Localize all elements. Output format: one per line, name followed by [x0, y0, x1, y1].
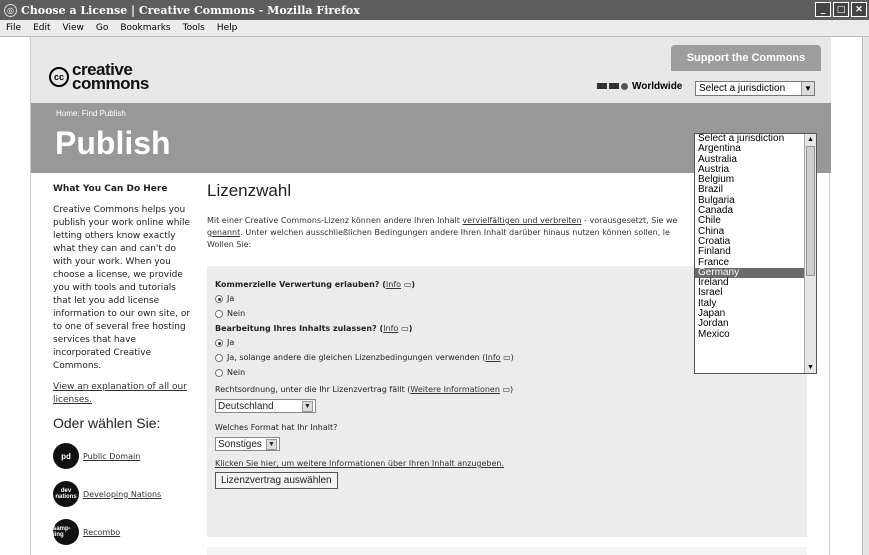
sidebar: What You Can Do Here Creative Commons he…: [53, 184, 193, 555]
recombo-link[interactable]: Recombo: [83, 526, 120, 539]
support-button[interactable]: Support the Commons: [671, 45, 821, 71]
intro-link-named[interactable]: genannt: [207, 228, 240, 237]
breadcrumb[interactable]: Home: Find Publish: [56, 109, 126, 118]
scroll-up-icon[interactable]: ▲: [805, 134, 816, 145]
jurisdiction-select[interactable]: Select a jurisdiction ▼: [695, 81, 815, 96]
option-recombo[interactable]: samp-ling Recombo: [53, 519, 193, 545]
info-link-modification[interactable]: Info: [383, 324, 398, 333]
info-icon: ▭: [401, 324, 409, 333]
maximize-button[interactable]: □: [833, 2, 849, 17]
select-license-button[interactable]: Lizenzvertrag auswählen: [215, 472, 338, 489]
page-title: Publish: [55, 125, 171, 161]
info-icon: ▭: [503, 353, 511, 362]
bottom-box: [207, 547, 807, 555]
developing-nations-icon: dev nations: [53, 481, 79, 507]
jurisdiction-select-value: Select a jurisdiction: [699, 83, 786, 94]
info-icon: ▭: [403, 280, 412, 289]
menu-file[interactable]: File: [0, 23, 27, 33]
format-select[interactable]: Sonstiges ▼: [215, 437, 280, 451]
chevron-down-icon[interactable]: ▼: [302, 400, 313, 412]
explain-licenses-link[interactable]: View an explanation of all our licenses.: [53, 382, 187, 405]
scrollbar-thumb[interactable]: [806, 146, 815, 276]
public-domain-link[interactable]: Public Domain: [83, 450, 140, 463]
page-scrollbar[interactable]: [862, 37, 869, 555]
info-link-commercial[interactable]: Info: [386, 280, 401, 289]
flags-icon: [597, 83, 628, 90]
oder-heading: Oder wählen Sie:: [53, 415, 161, 431]
menu-view[interactable]: View: [57, 23, 90, 33]
menu-help[interactable]: Help: [211, 23, 244, 33]
format-label: Welches Format hat Ihr Inhalt?: [215, 423, 338, 432]
developing-nations-link[interactable]: Developing Nations: [83, 488, 161, 501]
sampling-icon: samp-ling: [53, 519, 79, 545]
menu-tools[interactable]: Tools: [177, 23, 211, 33]
site-header: Support the Commons cc creative commons W…: [31, 37, 831, 103]
dropdown-scrollbar[interactable]: ▲ ▼: [804, 134, 816, 373]
window-titlebar: ◎ Choose a License | Creative Commons - …: [0, 0, 869, 20]
info-icon: ▭: [502, 385, 511, 394]
more-details-link[interactable]: Klicken Sie hier, um weitere Information…: [215, 459, 504, 468]
more-info-link[interactable]: Weitere Informationen: [410, 385, 500, 394]
jurisdiction-form-select[interactable]: Deutschland ▼: [215, 399, 316, 413]
option-public-domain[interactable]: pd Public Domain: [53, 443, 193, 469]
sidebar-body: Creative Commons helps you publish your …: [53, 205, 191, 371]
jurisdiction-dropdown-list[interactable]: Select a jurisdiction Argentina Australia A…: [694, 133, 817, 374]
menu-go[interactable]: Go: [90, 23, 114, 33]
window-title: Choose a License | Creative Commons - Mo…: [21, 3, 360, 17]
cc-logo[interactable]: cc creative commons: [49, 61, 149, 93]
jurisdiction-label: Rechtsordnung, unter die Ihr Lizenzvertr…: [215, 385, 514, 394]
option-developing-nations[interactable]: dev nations Developing Nations: [53, 481, 193, 507]
menu-bookmarks[interactable]: Bookmarks: [114, 23, 176, 33]
minimize-button[interactable]: _: [815, 2, 831, 17]
logo-bottom: commons: [72, 74, 149, 93]
chevron-down-icon[interactable]: ▼: [801, 82, 814, 95]
jurisdiction-area: Worldwide: [597, 81, 682, 92]
chevron-down-icon[interactable]: ▼: [265, 438, 277, 450]
menu-edit[interactable]: Edit: [27, 23, 56, 33]
menu-bar: File Edit View Go Bookmarks Tools Help: [0, 20, 869, 37]
cc-logo-icon: cc: [49, 67, 69, 87]
public-domain-icon: pd: [53, 443, 79, 469]
intro-link-reproduce[interactable]: vervielfältigen und verbreiten: [462, 216, 581, 225]
sidebar-heading: What You Can Do Here: [53, 184, 168, 194]
info-link-sharealike[interactable]: Info: [485, 353, 500, 362]
worldwide-label: Worldwide: [632, 81, 683, 92]
browser-viewport: Support the Commons cc creative commons W…: [0, 37, 862, 555]
dropdown-option[interactable]: Mexico: [695, 329, 816, 340]
scroll-down-icon[interactable]: ▼: [805, 362, 816, 373]
firefox-icon: ◎: [4, 3, 17, 17]
close-button[interactable]: ✕: [851, 2, 867, 17]
